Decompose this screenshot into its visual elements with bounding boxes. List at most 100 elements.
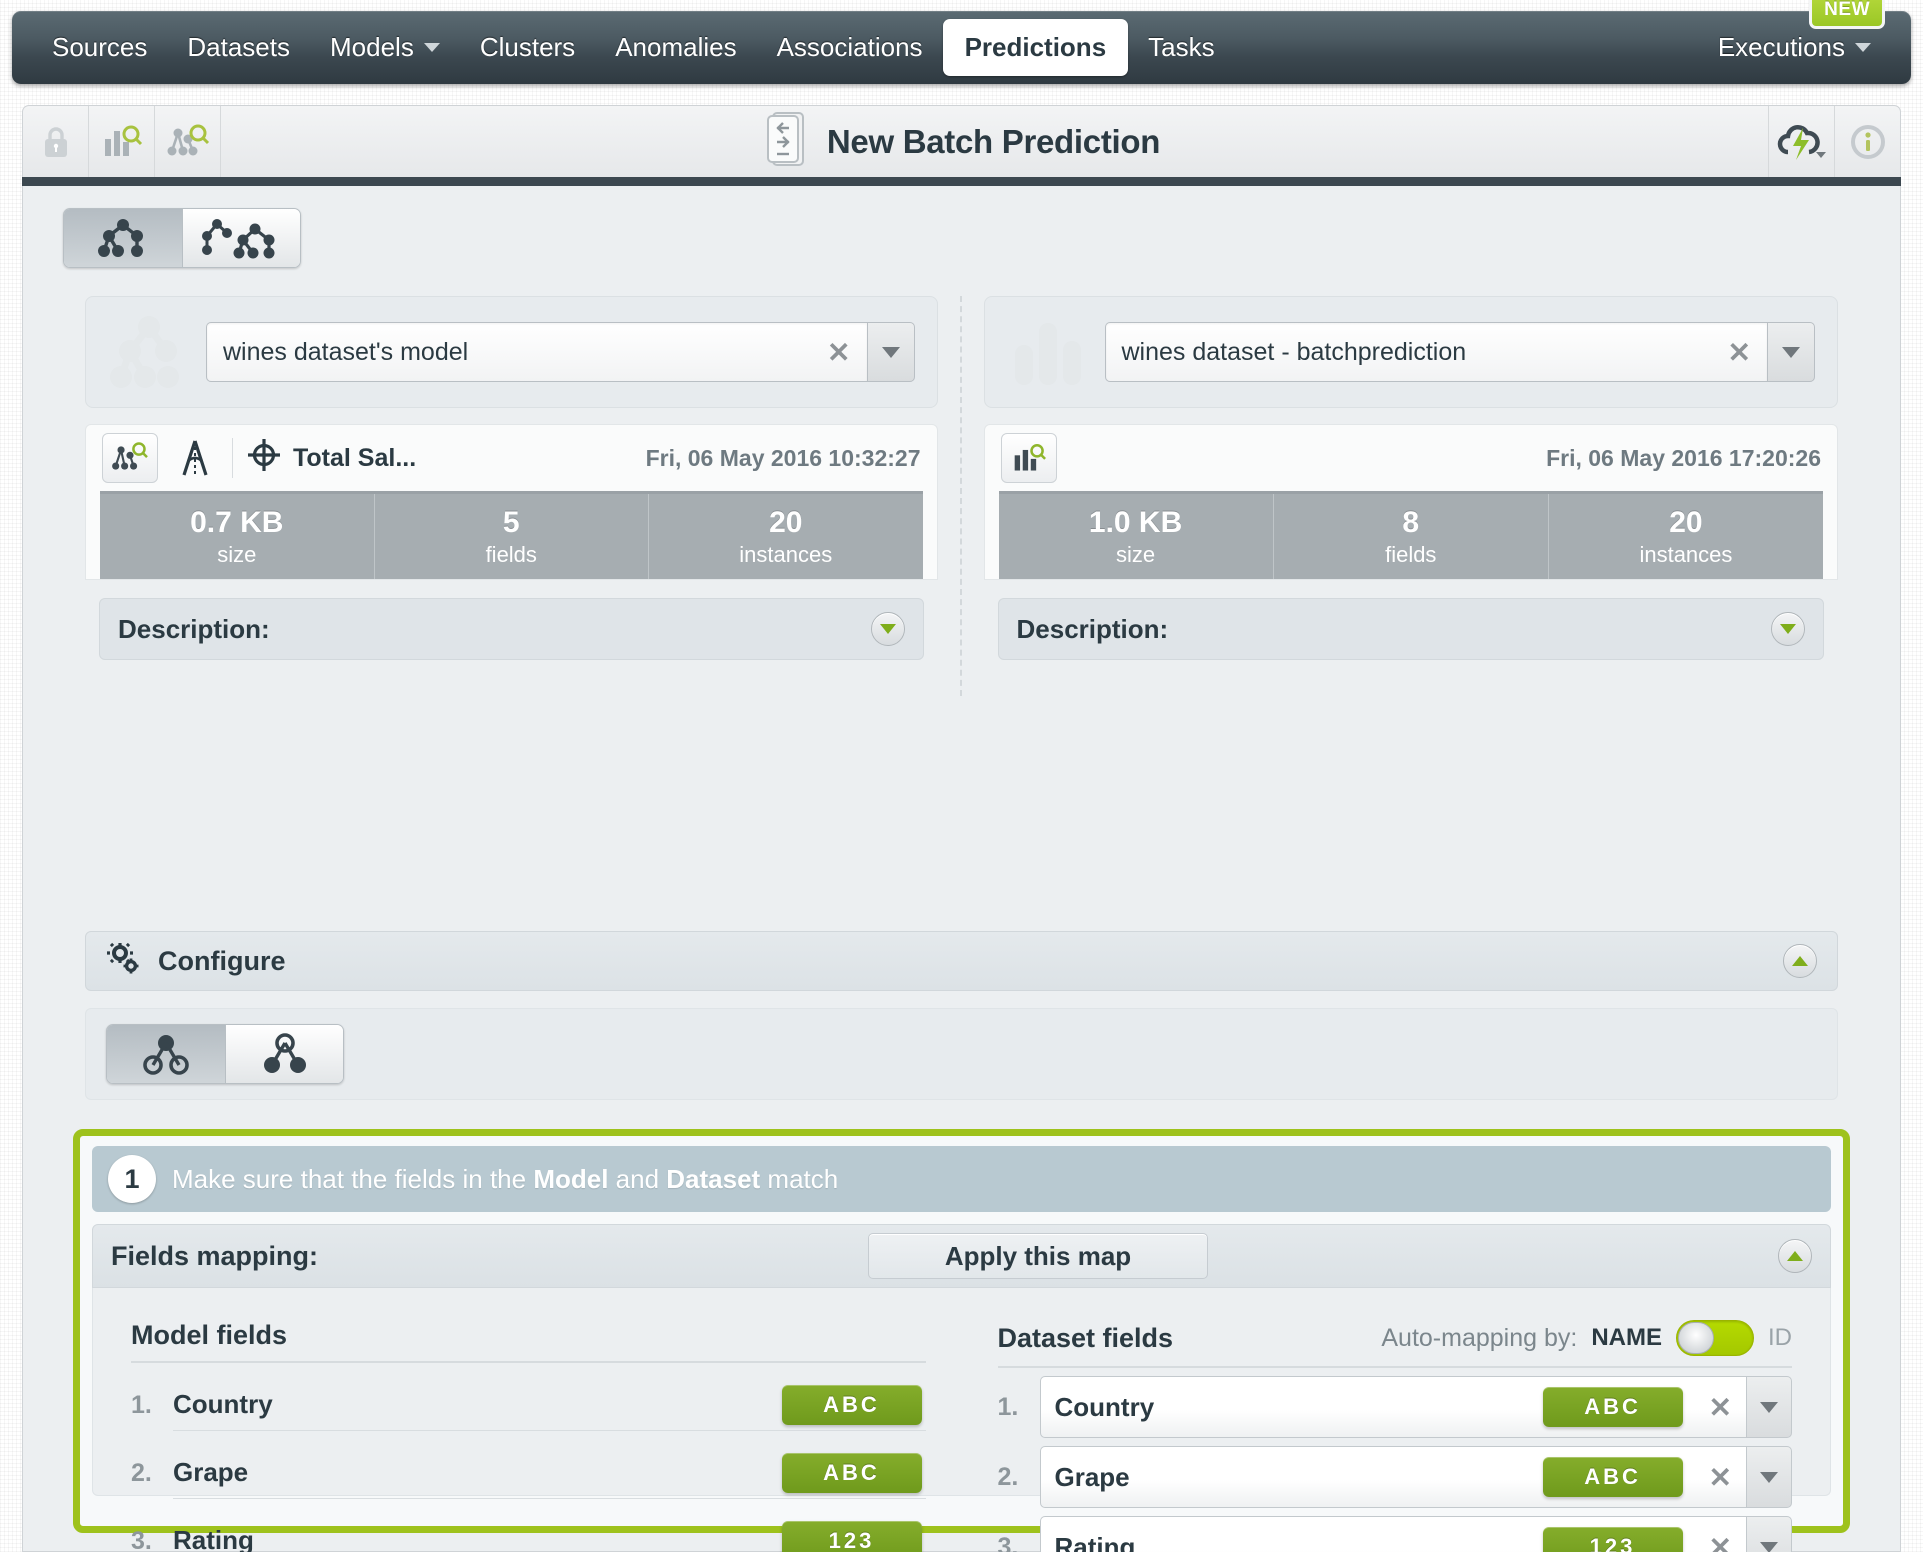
- dataset-select-field[interactable]: wines dataset - batchprediction ✕: [1104, 322, 1767, 382]
- expand-down-icon[interactable]: [1771, 612, 1805, 646]
- gear-icon: [106, 942, 144, 981]
- clear-icon[interactable]: ✕: [1699, 1391, 1732, 1424]
- field-index: 3.: [131, 1526, 152, 1552]
- dataset-field-box[interactable]: Country ABC ✕: [1039, 1376, 1746, 1438]
- auto-mapping-name-label: NAME: [1591, 1324, 1662, 1351]
- step-text-suffix: match: [760, 1163, 839, 1194]
- nav-item-associations[interactable]: Associations: [757, 22, 943, 73]
- model-meta-row: Total Sal... Fri, 06 May 2016 10:32:27: [86, 425, 937, 491]
- field-name: Grape: [173, 1457, 249, 1487]
- field-type-badge: ABC: [1542, 1457, 1683, 1497]
- configure-label: Configure: [158, 945, 286, 976]
- configure-toggle-single-tree[interactable]: [107, 1025, 225, 1083]
- nav-item-sources[interactable]: Sources: [32, 22, 167, 73]
- apply-this-map-button[interactable]: Apply this map: [868, 1233, 1208, 1279]
- stat-label: instances: [1639, 541, 1733, 567]
- dataset-fields-title: Dataset fields: [997, 1322, 1174, 1353]
- chevron-down-icon: [1760, 1401, 1778, 1413]
- field-type-badge: 123: [781, 1520, 922, 1552]
- cloud-lightning-icon[interactable]: [1768, 106, 1834, 177]
- dataset-field-select[interactable]: Rating 123 ✕: [1039, 1516, 1792, 1552]
- step-text-dataset: Dataset: [666, 1163, 761, 1194]
- view-toggle-single-model[interactable]: [64, 209, 182, 267]
- model-select-arrow[interactable]: [866, 322, 915, 382]
- model-field-row: 3. Rating 123: [131, 1515, 926, 1552]
- field-index: 2.: [131, 1458, 152, 1487]
- stat-fields: 8 fields: [1272, 494, 1548, 579]
- auto-mapping-toggle[interactable]: [1676, 1320, 1754, 1356]
- nav-label: Associations: [776, 32, 923, 62]
- clear-icon[interactable]: ✕: [817, 336, 850, 369]
- model-search-icon[interactable]: [155, 106, 221, 177]
- model-search-icon[interactable]: [102, 433, 158, 483]
- dataset-search-icon[interactable]: [89, 106, 155, 177]
- dataset-field-select[interactable]: Country ABC ✕: [1039, 1376, 1792, 1438]
- batch-prediction-icon: [763, 111, 809, 172]
- field-index: 1.: [131, 1390, 152, 1419]
- lock-icon[interactable]: [23, 106, 89, 177]
- dataset-search-icon[interactable]: [1000, 433, 1057, 483]
- stat-value: 20: [1669, 505, 1703, 539]
- model-description[interactable]: Description:: [99, 598, 924, 660]
- field-name: Country: [1054, 1391, 1155, 1422]
- view-toggle-multi-model[interactable]: [182, 209, 300, 267]
- clear-icon[interactable]: ✕: [1699, 1531, 1732, 1552]
- dataset-field-arrow[interactable]: [1746, 1516, 1792, 1552]
- info-icon[interactable]: [1834, 106, 1900, 177]
- dataset-field-arrow[interactable]: [1746, 1446, 1792, 1508]
- chevron-down-icon: [423, 43, 440, 52]
- stat-instances: 20 instances: [1547, 494, 1823, 579]
- nav-item-anomalies[interactable]: Anomalies: [595, 22, 756, 73]
- model-objective: Total Sal...: [247, 438, 416, 479]
- objective-target-icon: [247, 438, 281, 479]
- model-select-field[interactable]: wines dataset's model ✕: [206, 322, 867, 382]
- collapse-up-icon[interactable]: [1783, 944, 1817, 978]
- nav-item-tasks[interactable]: Tasks: [1128, 22, 1234, 73]
- clear-icon[interactable]: ✕: [1699, 1461, 1732, 1494]
- dataset-field-box[interactable]: Rating 123 ✕: [1039, 1516, 1746, 1552]
- stat-label: size: [1116, 541, 1156, 567]
- sunburst-icon[interactable]: [172, 435, 218, 481]
- model-select[interactable]: wines dataset's model ✕: [206, 322, 915, 382]
- field-type-badge: ABC: [781, 1452, 922, 1493]
- dataset-select[interactable]: wines dataset - batchprediction ✕: [1104, 322, 1815, 382]
- step-1-header: 1 Make sure that the fields in the Model…: [92, 1146, 1831, 1212]
- model-stats: 0.7 KB size 5 fields 20 instances: [100, 491, 923, 579]
- nav-item-datasets[interactable]: Datasets: [167, 22, 310, 73]
- stat-label: instances: [739, 541, 833, 567]
- dataset-description[interactable]: Description:: [997, 598, 1824, 660]
- dataset-select-arrow[interactable]: [1767, 322, 1815, 382]
- dataset-field-box[interactable]: Grape ABC ✕: [1039, 1446, 1746, 1508]
- nav-label: Anomalies: [615, 32, 737, 62]
- field-name: Rating: [1054, 1531, 1136, 1552]
- stat-value: 5: [502, 505, 520, 539]
- auto-mapping-label: Auto-mapping by:: [1381, 1323, 1578, 1352]
- nav-item-predictions[interactable]: Predictions: [942, 19, 1129, 76]
- nav-item-models[interactable]: Models: [310, 22, 460, 73]
- dataset-meta-row: Fri, 06 May 2016 17:20:26: [985, 425, 1838, 491]
- configure-bar[interactable]: Configure: [85, 931, 1838, 991]
- multi-model-icon: [201, 219, 274, 259]
- multi-tree-icon: [263, 1033, 306, 1073]
- expand-down-icon[interactable]: [870, 612, 905, 646]
- dataset-fields-header: Dataset fields Auto-mapping by: NAME ID: [997, 1320, 1792, 1368]
- stat-value: 20: [769, 505, 803, 539]
- clear-icon[interactable]: ✕: [1718, 336, 1751, 369]
- dataset-field-arrow[interactable]: [1746, 1376, 1792, 1438]
- divider: [232, 438, 233, 478]
- dataset-field-row: 1. Country ABC ✕: [998, 1376, 1792, 1438]
- page-title: New Batch Prediction: [826, 122, 1161, 160]
- nav-label: Datasets: [187, 32, 290, 62]
- stat-instances: 20 instances: [648, 494, 923, 579]
- stat-size: 1.0 KB size: [999, 494, 1273, 579]
- dataset-field-select[interactable]: Grape ABC ✕: [1039, 1446, 1792, 1508]
- nav-item-clusters[interactable]: Clusters: [460, 22, 595, 73]
- toggle-knob: [1678, 1322, 1714, 1354]
- objective-label: Total Sal...: [293, 443, 417, 472]
- main-content: wines dataset's model ✕ Total Sal... Fri…: [22, 186, 1901, 1552]
- configure-toggle-multi-tree[interactable]: [225, 1025, 343, 1083]
- nav-item-executions[interactable]: Executions: [1698, 22, 1891, 73]
- collapse-up-icon[interactable]: [1777, 1239, 1812, 1273]
